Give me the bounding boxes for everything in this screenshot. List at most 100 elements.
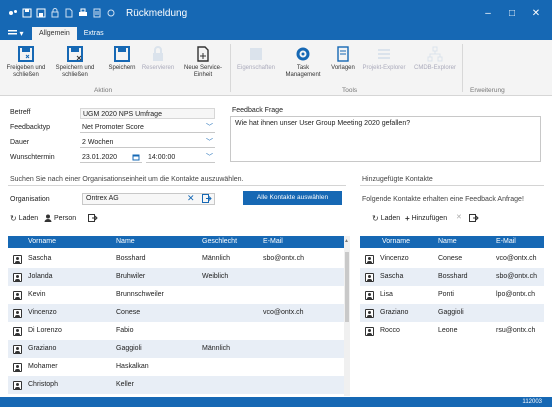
table-row[interactable]: Kevin Brunnschweiler — [8, 286, 344, 304]
report-icon[interactable] — [92, 8, 102, 18]
time-value: 14:00:00 — [148, 154, 176, 161]
left-scrollbar[interactable]: ▲ — [344, 236, 350, 396]
column-header-name[interactable]: Name — [438, 236, 457, 248]
window-controls: – □ ✕ — [476, 0, 548, 26]
remove-icon[interactable]: ✕ — [456, 213, 462, 221]
table-row[interactable]: Sascha Bosshard sbo@ontx.ch — [360, 268, 544, 286]
table-row[interactable]: Sascha Bosshard Männlich sbo@ontx.ch — [8, 250, 344, 268]
release-close-button[interactable]: Freigeben und schließen — [2, 43, 50, 79]
save-all-icon[interactable] — [36, 8, 46, 18]
column-header-firstname[interactable]: Vorname — [382, 236, 410, 248]
table-row[interactable]: Christoph Keller — [8, 376, 344, 394]
right-load-button[interactable]: ↻ Laden — [372, 214, 400, 223]
column-header-gender[interactable]: Geschlecht — [202, 236, 237, 248]
gear-icon — [296, 47, 310, 61]
chevron-down-icon: ﹀ — [206, 139, 213, 146]
minimize-button[interactable]: – — [476, 8, 500, 19]
open-icon[interactable] — [469, 214, 479, 222]
feedback-type-select[interactable]: Net Promoter Score ﹀ — [80, 122, 215, 133]
organisation-field[interactable]: Ontrex AG — [82, 193, 215, 205]
table-cell: Di Lorenzo — [28, 327, 62, 334]
new-document-icon[interactable] — [64, 8, 74, 18]
table-cell: Ponti — [438, 291, 454, 298]
column-header-firstname[interactable]: Vorname — [28, 236, 56, 248]
new-service-unit-button[interactable]: Neue Service-Einheit — [180, 43, 226, 79]
table-row[interactable]: Lisa Ponti lpo@ontx.ch — [360, 286, 544, 304]
question-textarea[interactable]: Wie hat ihnen unser User Group Meeting 2… — [230, 116, 541, 162]
print-icon[interactable] — [78, 8, 88, 18]
calendar-icon[interactable] — [132, 154, 140, 161]
properties-icon — [250, 48, 262, 60]
settings-icon[interactable] — [106, 8, 116, 18]
tab-allgemein[interactable]: Allgemein — [32, 27, 77, 40]
scroll-thumb[interactable] — [345, 252, 349, 322]
maximize-button[interactable]: □ — [500, 8, 524, 19]
ribbon-divider — [230, 44, 231, 92]
contact-icon — [13, 345, 22, 354]
duration-select[interactable]: 2 Wochen ﹀ — [80, 137, 215, 148]
table-row[interactable]: Vincenzo Conese vco@ontx.ch — [8, 304, 344, 322]
clear-icon[interactable]: ✕ — [187, 193, 195, 204]
table-row[interactable]: Di Lorenzo Fabio — [8, 322, 344, 340]
file-menu-button[interactable]: ▾ — [0, 26, 32, 40]
save-close-icon — [18, 46, 34, 62]
tab-extras[interactable]: Extras — [77, 27, 111, 40]
project-explorer-button[interactable]: Projekt-Explorer — [360, 43, 408, 72]
table-row[interactable]: Vincenzo Conese vco@ontx.ch — [360, 250, 544, 268]
column-header-name[interactable]: Name — [116, 236, 135, 248]
left-table-body: Sascha Bosshard Männlich sbo@ontx.ch Jolanda… — [8, 250, 344, 396]
lock-icon[interactable] — [50, 8, 60, 18]
ribbon: Freigeben und schließen Speichern und sc… — [0, 40, 552, 96]
open-icon[interactable] — [202, 194, 212, 203]
plus-icon: + — [405, 214, 410, 223]
add-button[interactable]: + Hinzufügen — [405, 214, 447, 223]
group-extension: Erweiterung — [470, 87, 505, 94]
load-label: Laden — [18, 215, 39, 222]
table-cell: lpo@ontx.ch — [496, 291, 536, 298]
task-management-button[interactable]: Task Management — [283, 43, 323, 79]
open-icon[interactable] — [88, 214, 98, 222]
table-row[interactable]: Graziano Gaggioli — [360, 304, 544, 322]
time-field[interactable]: 14:00:00 ﹀ — [146, 152, 215, 163]
templates-button[interactable]: Vorlagen — [327, 43, 359, 72]
save-and-close-button[interactable]: Speichern und schließen — [50, 43, 100, 79]
chevron-down-icon: ﹀ — [206, 124, 213, 131]
date-field[interactable]: 23.01.2020 — [80, 152, 142, 163]
scroll-up-icon[interactable]: ▲ — [344, 238, 349, 244]
table-cell: Christoph — [28, 381, 58, 388]
select-all-contacts-button[interactable]: Alle Kontakte auswählen — [243, 191, 342, 205]
table-cell: rsu@ontx.ch — [496, 327, 536, 334]
contact-icon — [13, 273, 22, 282]
group-action: Aktion — [94, 87, 113, 94]
cmdb-explorer-button[interactable]: CMDB-Explorer — [410, 43, 460, 72]
organisation-label: Organisation — [10, 196, 50, 203]
table-row[interactable]: Rocco Leone rsu@ontx.ch — [360, 322, 544, 340]
properties-button[interactable]: Eigenschaften — [234, 43, 278, 72]
table-cell: Bruhwiler — [116, 273, 146, 280]
table-row[interactable]: Graziano Gaggioli Männlich — [8, 340, 344, 358]
load-button[interactable]: ↻ Laden — [10, 214, 38, 223]
status-bar: 112003 — [0, 397, 552, 407]
save-icon[interactable] — [22, 8, 32, 18]
contact-icon — [365, 327, 374, 336]
table-row[interactable]: Jolanda Bruhwiler Weiblich — [8, 268, 344, 286]
close-button[interactable]: ✕ — [524, 8, 548, 19]
chevron-down-icon: ﹀ — [206, 154, 213, 161]
feedback-type-value: Net Promoter Score — [82, 124, 144, 131]
save-button[interactable]: Speichern — [104, 43, 140, 72]
column-header-email[interactable]: E-Mail — [263, 236, 283, 248]
column-header-email[interactable]: E-Mail — [496, 236, 516, 248]
subject-field[interactable]: UGM 2020 NPS Umfrage — [80, 108, 215, 119]
contact-icon — [13, 381, 22, 390]
person-button[interactable]: Person — [44, 214, 76, 222]
table-cell: Bosshard — [438, 273, 468, 280]
refresh-icon: ↻ — [372, 214, 379, 223]
contact-icon — [365, 309, 374, 318]
table-cell: Haskalkan — [116, 363, 149, 370]
table-row[interactable]: Mohamer Haskalkan — [8, 358, 344, 376]
ribbon-divider — [462, 44, 463, 92]
date-value: 23.01.2020 — [82, 154, 118, 161]
table-cell: Gaggioli — [438, 309, 464, 316]
table-cell: Conese — [116, 309, 141, 316]
reserve-button[interactable]: Reservieren — [140, 43, 176, 72]
